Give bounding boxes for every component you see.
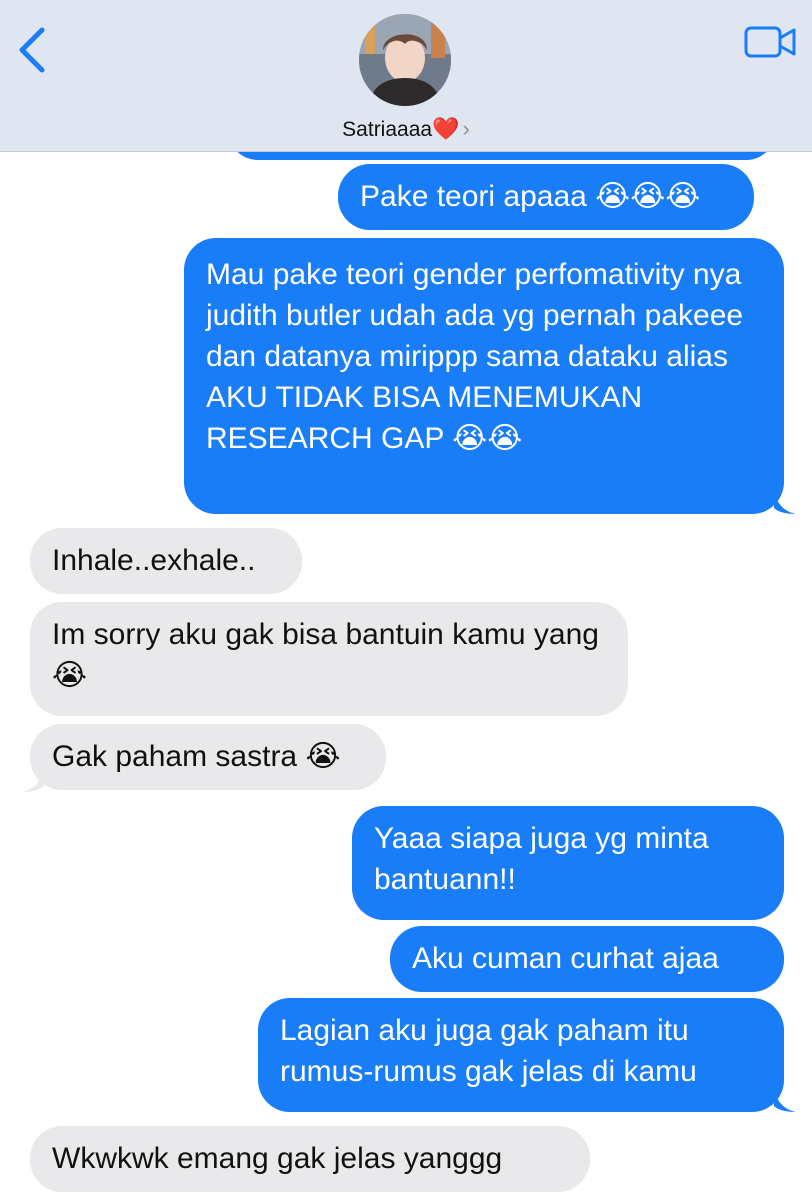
- video-camera-icon: [744, 26, 796, 58]
- message-bubble-outgoing[interactable]: Mau pake teori gender perfomativity nya …: [184, 238, 784, 514]
- message-bubble-incoming[interactable]: Im sorry aku gak bisa bantuin kamu yang …: [30, 602, 628, 716]
- bubble-tail: [22, 770, 44, 792]
- message-text: Gak paham sastra 😭: [52, 740, 341, 773]
- chevron-right-icon: ›: [462, 116, 470, 141]
- message-text: Wkwkwk emang gak jelas yanggg: [52, 1142, 503, 1175]
- message-bubble-incoming[interactable]: Wkwkwk emang gak jelas yanggg: [30, 1126, 590, 1192]
- message-bubble-incoming[interactable]: Inhale..exhale..: [30, 528, 302, 594]
- message-bubble-incoming[interactable]: Gak paham sastra 😭: [30, 724, 386, 790]
- message-bubble-outgoing[interactable]: Lagian aku juga gak paham itu rumus-rumu…: [258, 998, 784, 1112]
- back-button[interactable]: [14, 26, 54, 74]
- message-text: Lagian aku juga gak paham itu rumus-rumu…: [280, 1014, 697, 1088]
- video-call-button[interactable]: [744, 24, 796, 60]
- message-bubble-outgoing[interactable]: Aku cuman curhat ajaa: [390, 926, 784, 992]
- avatar-image: [359, 14, 451, 106]
- message-text: Pake teori apaaa 😭😭😭: [360, 180, 701, 213]
- conversation-header: Satriaaaa❤️ ›: [0, 0, 812, 152]
- bubble-tail: [774, 492, 796, 514]
- message-text: Inhale..exhale..: [52, 544, 256, 577]
- contact-name-button[interactable]: Satriaaaa❤️ ›: [0, 116, 812, 142]
- contact-avatar[interactable]: [359, 14, 451, 106]
- message-bubble-outgoing[interactable]: Pake teori apaaa 😭😭😭: [338, 164, 754, 230]
- message-text: Mau pake teori gender perfomativity nya …: [206, 258, 744, 455]
- message-text: Im sorry aku gak bisa bantuin kamu yang …: [52, 618, 599, 692]
- contact-name: Satriaaaa: [342, 118, 433, 141]
- bubble-tail: [774, 1090, 796, 1112]
- message-text: Yaaa siapa juga yg minta bantuann!!: [374, 822, 709, 896]
- chevron-left-icon: [19, 27, 45, 73]
- message-text: Aku cuman curhat ajaa: [412, 942, 719, 975]
- message-thread: Pake teori apaaa 😭😭😭 Mau pake teori gend…: [0, 0, 812, 1200]
- message-bubble-outgoing[interactable]: Yaaa siapa juga yg minta bantuann!!: [352, 806, 784, 920]
- heart-emoji: ❤️: [432, 116, 460, 141]
